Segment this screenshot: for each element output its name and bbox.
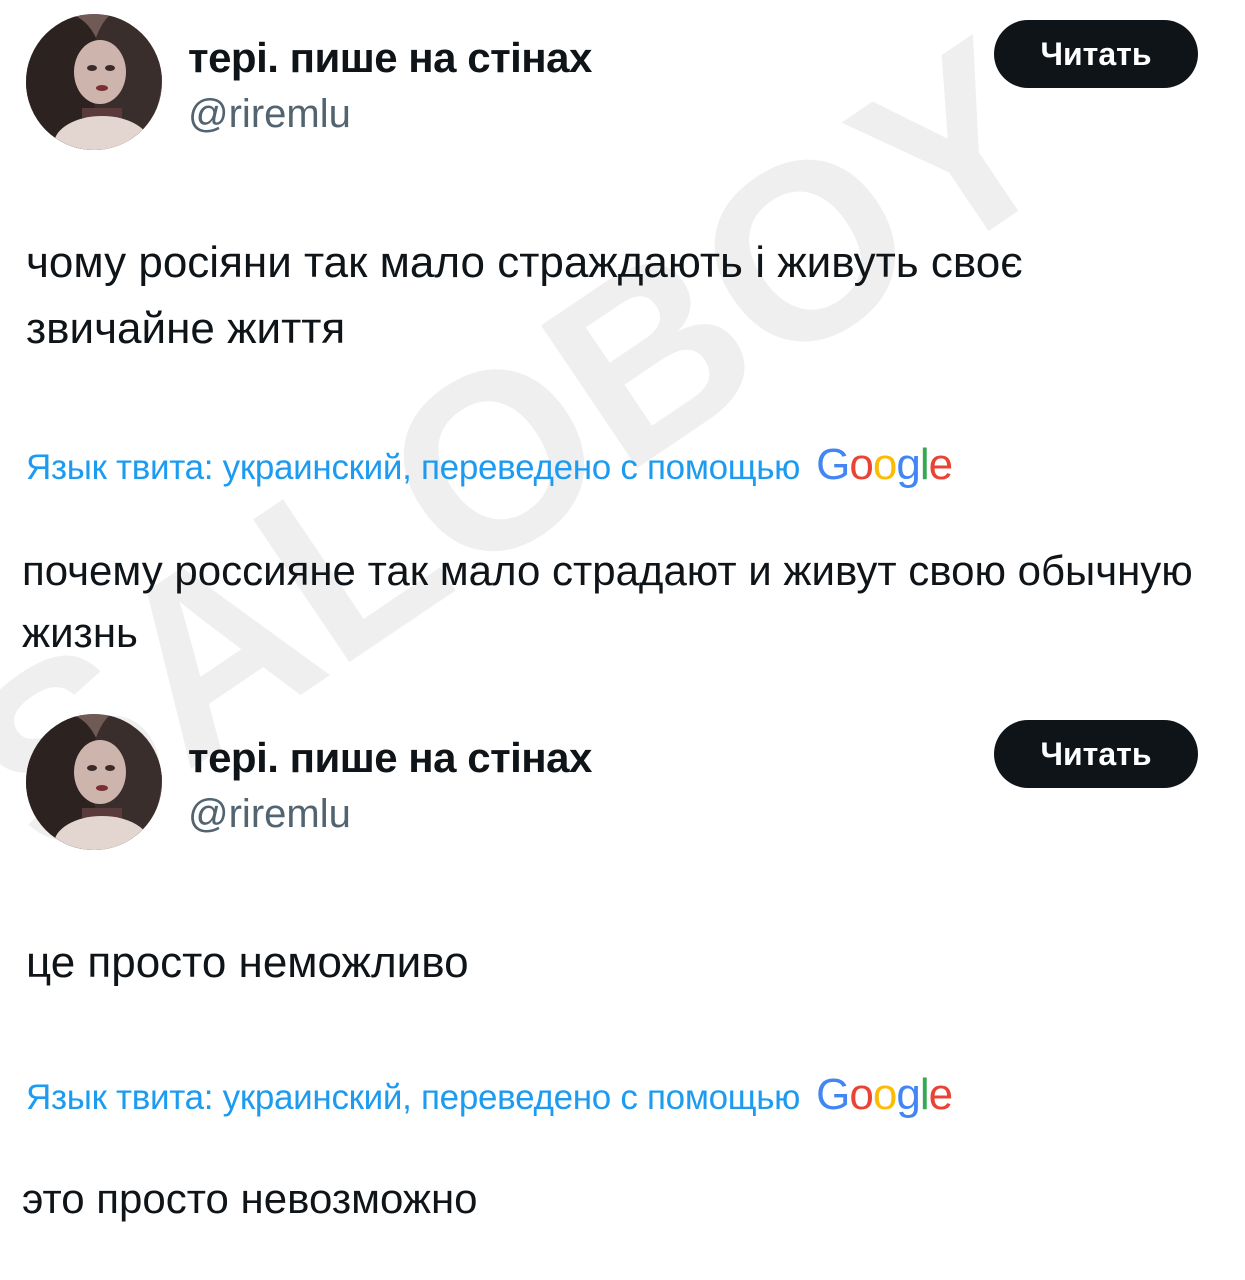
translation-notice[interactable]: Язык твита: украинский, переведено с пом… <box>26 1070 953 1120</box>
tweet-text: чому росіяни так мало страждають і живут… <box>26 238 1023 353</box>
author-display-name[interactable]: тері. пише на стінах <box>188 34 592 82</box>
author-handle[interactable]: @riremlu <box>188 92 351 137</box>
translation-notice-label[interactable]: Язык твита: украинский, переведено с пом… <box>26 448 800 488</box>
google-logo: Google <box>816 1070 953 1119</box>
avatar[interactable] <box>26 14 162 150</box>
follow-button[interactable]: Читать <box>994 20 1198 88</box>
author-handle[interactable]: @riremlu <box>188 792 351 837</box>
tweet-text: це просто неможливо <box>26 938 469 987</box>
avatar-image <box>26 714 162 850</box>
google-logo: Google <box>816 440 953 489</box>
follow-button[interactable]: Читать <box>994 720 1198 788</box>
author-display-name[interactable]: тері. пише на стінах <box>188 734 592 782</box>
tweet-card: тері. пише на стінах @riremlu Читать чом… <box>0 0 1245 656</box>
tweet-header: тері. пише на стінах @riremlu Читать <box>0 0 1245 160</box>
translated-text: это просто невозможно <box>22 1175 478 1222</box>
translation-notice[interactable]: Язык твита: украинский, переведено с пом… <box>26 440 953 490</box>
translation-notice-label[interactable]: Язык твита: украинский, переведено с пом… <box>26 1078 800 1118</box>
translated-text: почему россияне так мало страдают и живу… <box>22 547 1193 656</box>
avatar-image <box>26 14 162 150</box>
avatar[interactable] <box>26 714 162 850</box>
tweet-card: тері. пише на стінах @riremlu Читать це … <box>0 700 1245 1222</box>
tweet-header: тері. пише на стінах @riremlu Читать <box>0 700 1245 860</box>
